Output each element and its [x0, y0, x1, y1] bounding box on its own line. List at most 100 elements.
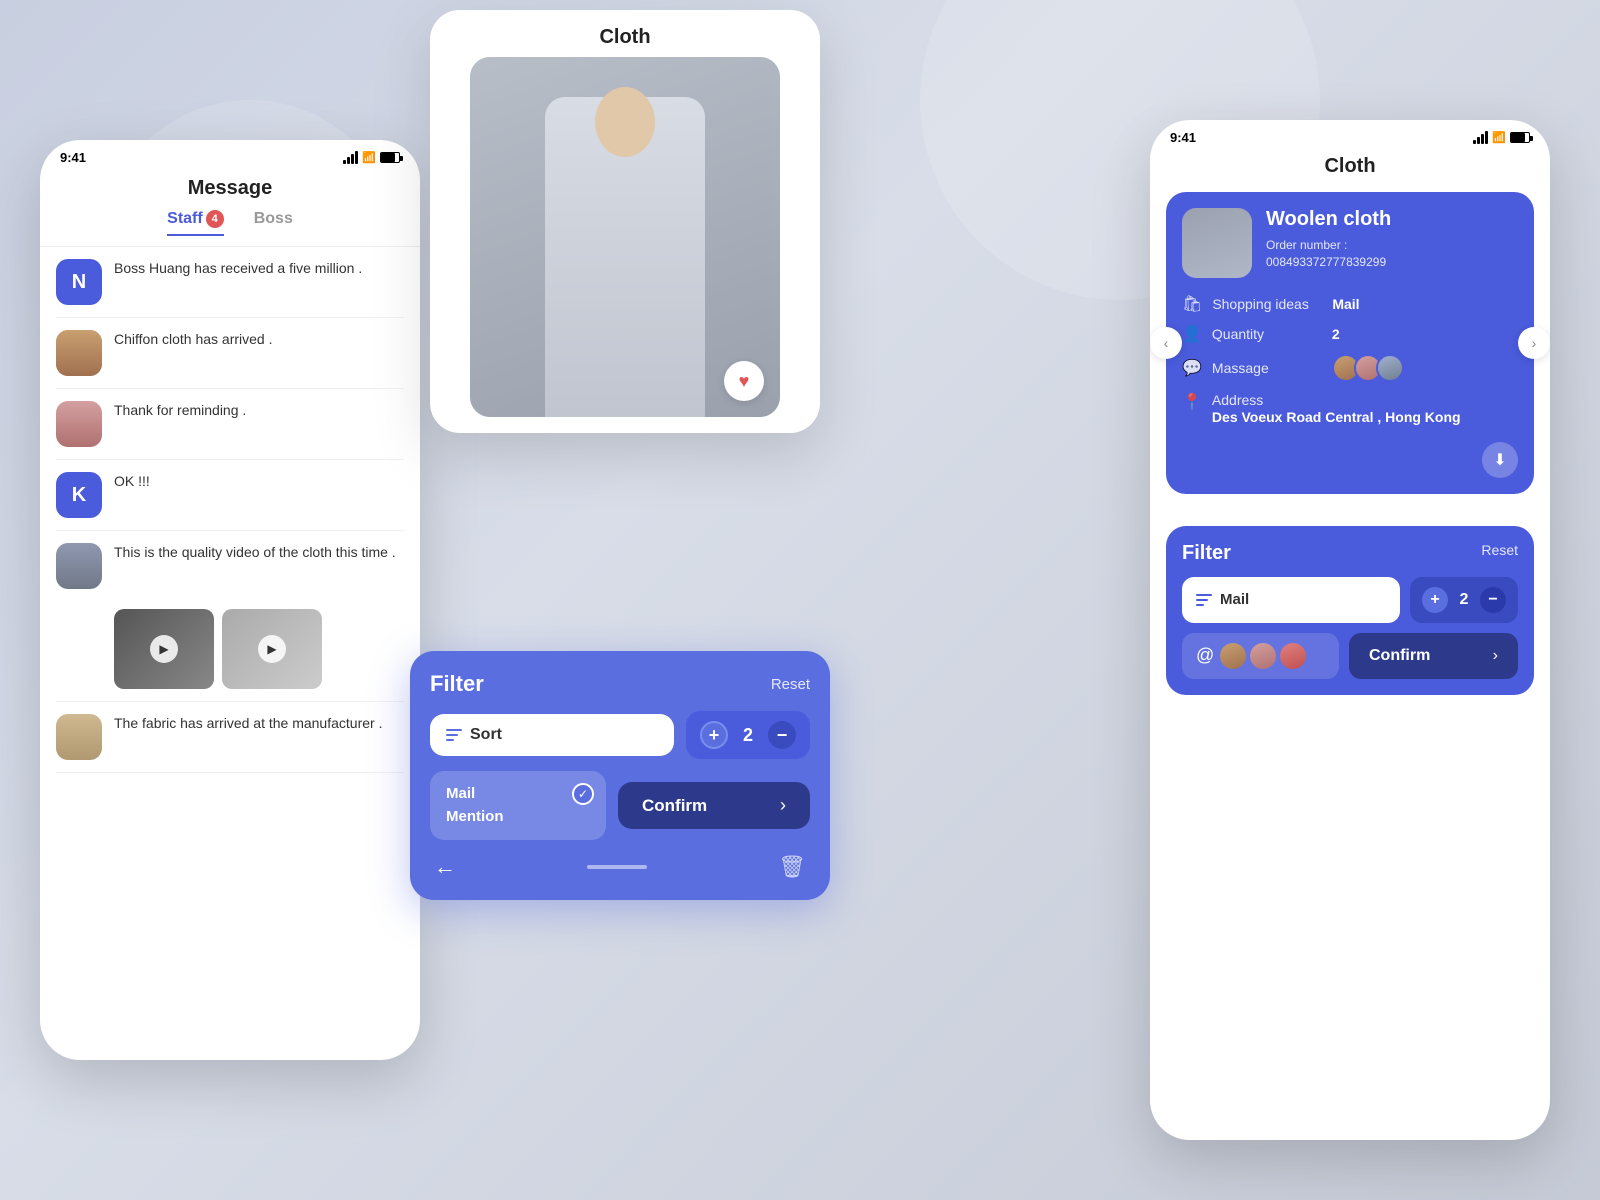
signal-icon-right: [1473, 132, 1488, 144]
avatar: [56, 401, 102, 447]
battery-icon: [380, 152, 400, 163]
avatar: [56, 543, 102, 589]
filter-title: Filter: [430, 671, 484, 697]
tab-boss[interactable]: Boss: [254, 210, 293, 236]
list-item[interactable]: This is the quality video of the cloth t…: [56, 531, 404, 702]
avatar: K: [56, 472, 102, 518]
confirm-button-mid[interactable]: Confirm ›: [618, 782, 810, 829]
shopping-key: Shopping ideas: [1212, 296, 1322, 312]
counter-val-right: 2: [1456, 591, 1472, 609]
message-text: Boss Huang has received a five million .: [114, 259, 404, 279]
mini-av-2: [1250, 643, 1276, 669]
right-phone: 9:41 📶 Cloth ‹ ›: [1150, 120, 1550, 1140]
left-phone: 9:41 📶 Message Staff4 Boss: [40, 140, 420, 1060]
mid-section: Cloth ♥ Filter Reset Sort: [430, 10, 820, 870]
filter-footer: ← 🗑: [430, 854, 810, 880]
heart-button[interactable]: ♥: [724, 361, 764, 401]
product-name: Woolen cloth: [1266, 208, 1518, 231]
address-icon: 📍: [1182, 392, 1202, 412]
filter-row-2: Mail Mention ✓ Confirm ›: [430, 771, 810, 840]
counter-plus-right[interactable]: +: [1422, 587, 1448, 613]
page-title-left: Message: [40, 169, 420, 200]
list-item[interactable]: N Boss Huang has received a five million…: [56, 247, 404, 318]
mention-box-right[interactable]: @: [1182, 633, 1339, 679]
tab-staff[interactable]: Staff4: [167, 210, 224, 236]
confirm-arrow-right-icon: ›: [1493, 647, 1498, 665]
battery-icon-right: [1510, 132, 1530, 143]
confirm-button-right[interactable]: Confirm ›: [1349, 633, 1518, 679]
nav-arrow-right[interactable]: ›: [1518, 327, 1550, 359]
filter-row-1: Sort + 2 −: [430, 711, 810, 759]
filter-mail-button[interactable]: Mail: [1182, 577, 1400, 623]
sort-button[interactable]: Sort: [430, 714, 674, 756]
message-text: Thank for reminding .: [114, 401, 404, 421]
cloth-card-title: Cloth: [430, 10, 820, 57]
mini-av-1: [1220, 643, 1246, 669]
address-key: Address: [1212, 392, 1461, 408]
sort-lines-icon-right: [1196, 594, 1212, 606]
product-thumbnail: [1182, 208, 1252, 278]
message-text: Chiffon cloth has arrived .: [114, 330, 404, 350]
product-order: Order number : 008493372777839299: [1266, 237, 1518, 271]
nav-arrow-left[interactable]: ‹: [1150, 327, 1182, 359]
wifi-icon: 📶: [362, 151, 376, 164]
message-list: N Boss Huang has received a five million…: [40, 247, 420, 773]
detail-row-quantity: 👤 Quantity 2: [1182, 324, 1518, 344]
mail-label: Mail: [446, 783, 590, 806]
filter-right: Filter Reset Mail + 2 − @: [1166, 526, 1534, 695]
product-top: Woolen cloth Order number : 008493372777…: [1182, 208, 1518, 278]
mail-mention-box[interactable]: Mail Mention ✓: [430, 771, 606, 840]
filter-right-title: Filter: [1182, 542, 1231, 565]
avatar: [56, 330, 102, 376]
wifi-icon-right: 📶: [1492, 131, 1506, 144]
list-item[interactable]: The fabric has arrived at the manufactur…: [56, 702, 404, 773]
time-right: 9:41: [1170, 130, 1196, 145]
status-bar-left: 9:41 📶: [40, 140, 420, 169]
counter-minus-right[interactable]: −: [1480, 587, 1506, 613]
model-head: [595, 87, 655, 157]
delete-icon[interactable]: 🗑: [778, 854, 806, 880]
filter-right-row2: @ Confirm ›: [1182, 633, 1518, 679]
cloth-image: ♥: [470, 57, 780, 417]
confirm-label: Confirm: [642, 796, 707, 816]
tabs-left: Staff4 Boss: [40, 200, 420, 247]
status-bar-right: 9:41 📶: [1150, 120, 1550, 149]
back-arrow-icon[interactable]: ←: [434, 854, 456, 880]
quantity-key: Quantity: [1212, 326, 1322, 342]
counter-group-right: + 2 −: [1410, 577, 1518, 623]
play-button-2[interactable]: ▶: [258, 635, 286, 663]
list-item[interactable]: Chiffon cloth has arrived .: [56, 318, 404, 389]
filter-header: Filter Reset: [430, 671, 810, 697]
video-thumbnails: ▶ ▶: [114, 609, 322, 689]
message-text: This is the quality video of the cloth t…: [114, 543, 396, 563]
counter-plus-btn[interactable]: +: [700, 721, 728, 749]
video-thumb-2[interactable]: ▶: [222, 609, 322, 689]
filter-right-reset[interactable]: Reset: [1481, 542, 1518, 565]
filter-right-row1: Mail + 2 −: [1182, 577, 1518, 623]
counter-group: + 2 −: [686, 711, 810, 759]
quantity-icon: 👤: [1182, 324, 1202, 344]
counter-minus-btn[interactable]: −: [768, 721, 796, 749]
detail-row-massage: 💬 Massage: [1182, 354, 1518, 382]
filter-popup-mid: Filter Reset Sort + 2 −: [410, 651, 830, 900]
message-text: The fabric has arrived at the manufactur…: [114, 714, 404, 734]
massage-icon: 💬: [1182, 358, 1202, 378]
at-icon: @: [1196, 645, 1214, 666]
swipe-bar: [587, 865, 647, 869]
quantity-val: 2: [1332, 326, 1340, 342]
massage-avatar-3: [1376, 354, 1404, 382]
avatar: N: [56, 259, 102, 305]
list-item[interactable]: Thank for reminding .: [56, 389, 404, 460]
page-title-right: Cloth: [1150, 149, 1550, 192]
product-card: ‹ › Woolen cloth Order number : 00849337…: [1166, 192, 1534, 494]
play-button-1[interactable]: ▶: [150, 635, 178, 663]
status-icons-right: 📶: [1473, 131, 1530, 144]
signal-icon: [343, 152, 358, 164]
list-item[interactable]: K OK !!!: [56, 460, 404, 531]
product-details: 🛍 Shopping ideas Mail 👤 Quantity 2 💬 Mas…: [1182, 294, 1518, 428]
filter-reset-btn[interactable]: Reset: [771, 676, 810, 693]
avatar: [56, 714, 102, 760]
video-thumb-1[interactable]: ▶: [114, 609, 214, 689]
download-button[interactable]: ⬇: [1482, 442, 1518, 478]
shopping-val: Mail: [1332, 296, 1359, 312]
